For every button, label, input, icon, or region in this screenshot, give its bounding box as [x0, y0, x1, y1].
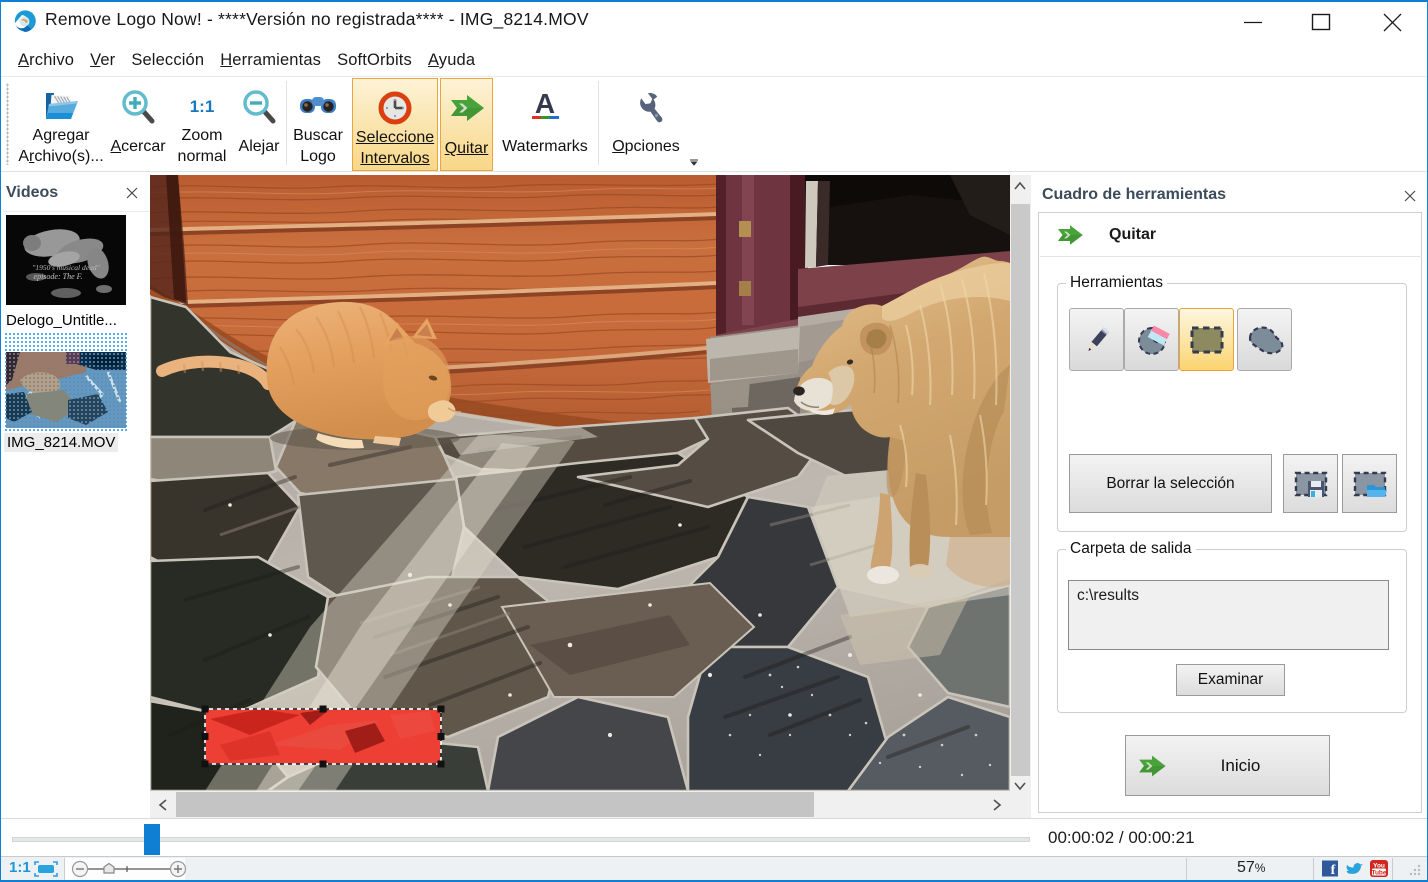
svg-text:A: A [535, 88, 555, 119]
svg-text:Tube: Tube [1371, 870, 1386, 877]
svg-text:f: f [1331, 863, 1336, 877]
svg-text:You: You [1373, 863, 1385, 870]
svg-text:episode: The F.: episode: The F. [34, 272, 83, 281]
svg-text:"1950's musical dead": "1950's musical dead" [32, 263, 100, 272]
